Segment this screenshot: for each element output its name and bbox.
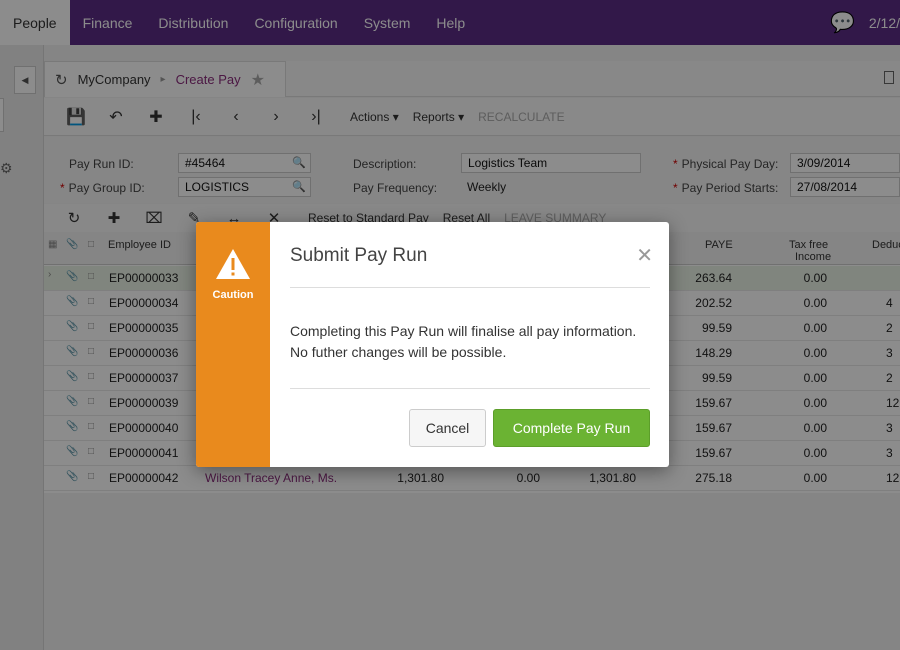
message-line-2: No futher changes will be possible. bbox=[290, 344, 507, 360]
dialog-message: Completing this Pay Run will finalise al… bbox=[290, 321, 650, 363]
divider bbox=[290, 287, 650, 288]
divider bbox=[290, 388, 650, 389]
submit-pay-run-dialog: Caution Submit Pay Run ✕ Completing this… bbox=[196, 222, 669, 467]
caution-label: Caution bbox=[212, 289, 254, 301]
cancel-button[interactable]: Cancel bbox=[409, 409, 486, 447]
warning-icon bbox=[216, 249, 250, 279]
close-icon[interactable]: ✕ bbox=[636, 243, 653, 268]
message-line-1: Completing this Pay Run will finalise al… bbox=[290, 323, 637, 339]
dialog-title: Submit Pay Run bbox=[290, 245, 428, 266]
complete-pay-run-button[interactable]: Complete Pay Run bbox=[493, 409, 650, 447]
caution-panel: Caution bbox=[196, 222, 270, 467]
